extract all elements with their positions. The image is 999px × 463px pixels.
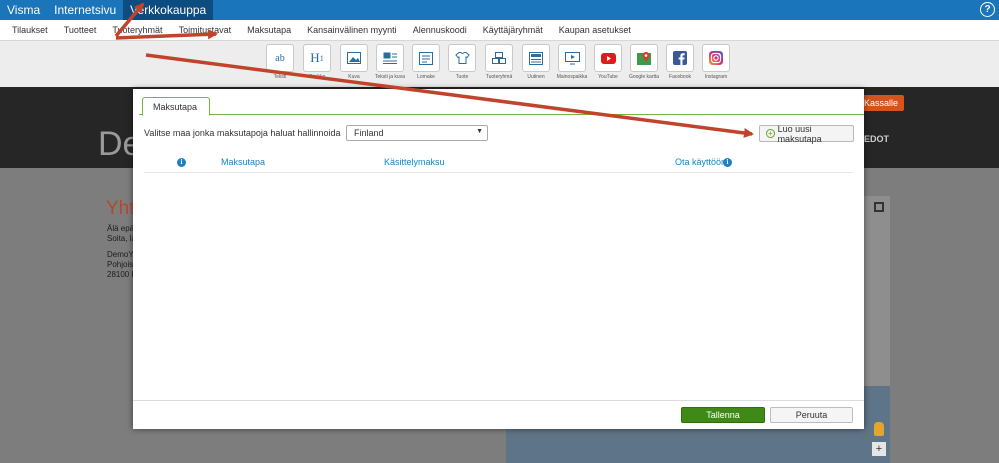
sub-navigation: Tilaukset Tuotteet Tuoteryhmät Toimitust… bbox=[0, 20, 999, 41]
add-payment-method-label: Luo uusi maksutapa bbox=[777, 123, 822, 144]
table-header-divider bbox=[144, 172, 853, 173]
tool-facebook[interactable]: Facebook bbox=[666, 44, 694, 80]
subnav-alennuskoodi[interactable]: Alennuskoodi bbox=[405, 25, 475, 35]
caret-down-icon: ▼ bbox=[476, 128, 483, 135]
tool-google-kartta[interactable]: Google kartta bbox=[629, 44, 659, 80]
tool-kuva[interactable]: Kuva bbox=[340, 44, 368, 80]
save-button[interactable]: Tallenna bbox=[681, 407, 765, 423]
tool-tuoteryhma[interactable]: Tuoteryhmä bbox=[485, 44, 513, 80]
facebook-icon bbox=[666, 44, 694, 72]
tool-instagram[interactable]: Instagram bbox=[702, 44, 730, 80]
footer-divider bbox=[133, 400, 864, 401]
contact-line: Soita, lä bbox=[107, 234, 136, 243]
tool-uutinen[interactable]: Uutinen bbox=[522, 44, 550, 80]
widget-toolbar: ab Teksti H1 Otsikko Kuva Teksti ja kuva… bbox=[0, 41, 999, 87]
cancel-button[interactable]: Peruuta bbox=[770, 407, 853, 423]
column-header-fee[interactable]: Käsittelymaksu bbox=[384, 157, 445, 167]
map-pin-icon bbox=[630, 44, 658, 72]
subnav-kansainvalinen-myynti[interactable]: Kansainvälinen myynti bbox=[299, 25, 405, 35]
subnav-kayttajaryhmat[interactable]: Käyttäjäryhmät bbox=[475, 25, 551, 35]
info-icon[interactable]: i bbox=[723, 158, 732, 167]
tool-otsikko[interactable]: H1 Otsikko bbox=[303, 44, 331, 80]
tab-divider bbox=[139, 114, 864, 115]
heading-icon: H1 bbox=[303, 44, 331, 72]
subnav-tuotteet[interactable]: Tuotteet bbox=[56, 25, 105, 35]
tshirt-icon bbox=[448, 44, 476, 72]
payment-method-dialog: Maksutapa Valitse maa jonka maksutapoja … bbox=[133, 89, 864, 429]
add-payment-method-button[interactable]: + Luo uusi maksutapa bbox=[759, 123, 854, 144]
contact-title: Yht bbox=[106, 198, 135, 219]
checkout-button[interactable]: Kassalle bbox=[858, 95, 905, 111]
tab-internetsivu[interactable]: Internetsivu bbox=[47, 0, 123, 20]
top-bar: Visma Internetsivu Verkkokauppa ? bbox=[0, 0, 999, 20]
tab-verkkokauppa[interactable]: Verkkokauppa bbox=[123, 0, 214, 20]
contact-line: DemoY bbox=[107, 250, 134, 259]
site-menu-item: EDOT bbox=[864, 134, 890, 144]
instagram-icon bbox=[702, 44, 730, 72]
subnav-tilaukset[interactable]: Tilaukset bbox=[4, 25, 56, 35]
column-header-method[interactable]: Maksutapa bbox=[221, 157, 265, 167]
tool-teksti-ja-kuva[interactable]: Teksti ja kuva bbox=[375, 44, 405, 80]
info-icon[interactable]: i bbox=[177, 158, 186, 167]
plus-circle-icon: + bbox=[766, 129, 775, 138]
image-icon bbox=[340, 44, 368, 72]
tab-maksutapa[interactable]: Maksutapa bbox=[142, 97, 211, 116]
subnav-maksutapa[interactable]: Maksutapa bbox=[239, 25, 299, 35]
country-select-value: Finland bbox=[354, 128, 384, 138]
contact-line: Pohjois bbox=[107, 260, 134, 269]
country-select[interactable]: Finland ▼ bbox=[346, 125, 488, 141]
country-select-label: Valitse maa jonka maksutapoja haluat hal… bbox=[144, 128, 341, 138]
subnav-kaupan-asetukset[interactable]: Kaupan asetukset bbox=[551, 25, 639, 35]
tool-mainospaikka[interactable]: Mainospaikka bbox=[557, 44, 587, 80]
zoom-in-icon[interactable]: + bbox=[872, 442, 886, 456]
text-image-icon bbox=[376, 44, 404, 72]
ad-slot-icon bbox=[558, 44, 586, 72]
question-circle-icon[interactable]: ? bbox=[980, 2, 995, 17]
fullscreen-icon[interactable] bbox=[874, 202, 884, 212]
contact-line: Älä epä bbox=[107, 224, 135, 233]
tool-tuote[interactable]: Tuote bbox=[448, 44, 476, 80]
form-icon bbox=[412, 44, 440, 72]
subnav-toimitustavat[interactable]: Toimitustavat bbox=[171, 25, 240, 35]
tool-youtube[interactable]: YouTube bbox=[594, 44, 622, 80]
text-icon: ab bbox=[266, 44, 294, 72]
product-group-icon bbox=[485, 44, 513, 72]
tool-teksti[interactable]: ab Teksti bbox=[266, 44, 294, 80]
youtube-icon bbox=[594, 44, 622, 72]
tab-visma[interactable]: Visma bbox=[0, 0, 47, 20]
news-icon bbox=[522, 44, 550, 72]
street-view-icon[interactable] bbox=[874, 422, 884, 436]
subnav-tuoteryhmat[interactable]: Tuoteryhmät bbox=[104, 25, 170, 35]
column-header-enable[interactable]: Ota käyttöön bbox=[675, 157, 726, 167]
tool-lomake[interactable]: Lomake bbox=[412, 44, 440, 80]
